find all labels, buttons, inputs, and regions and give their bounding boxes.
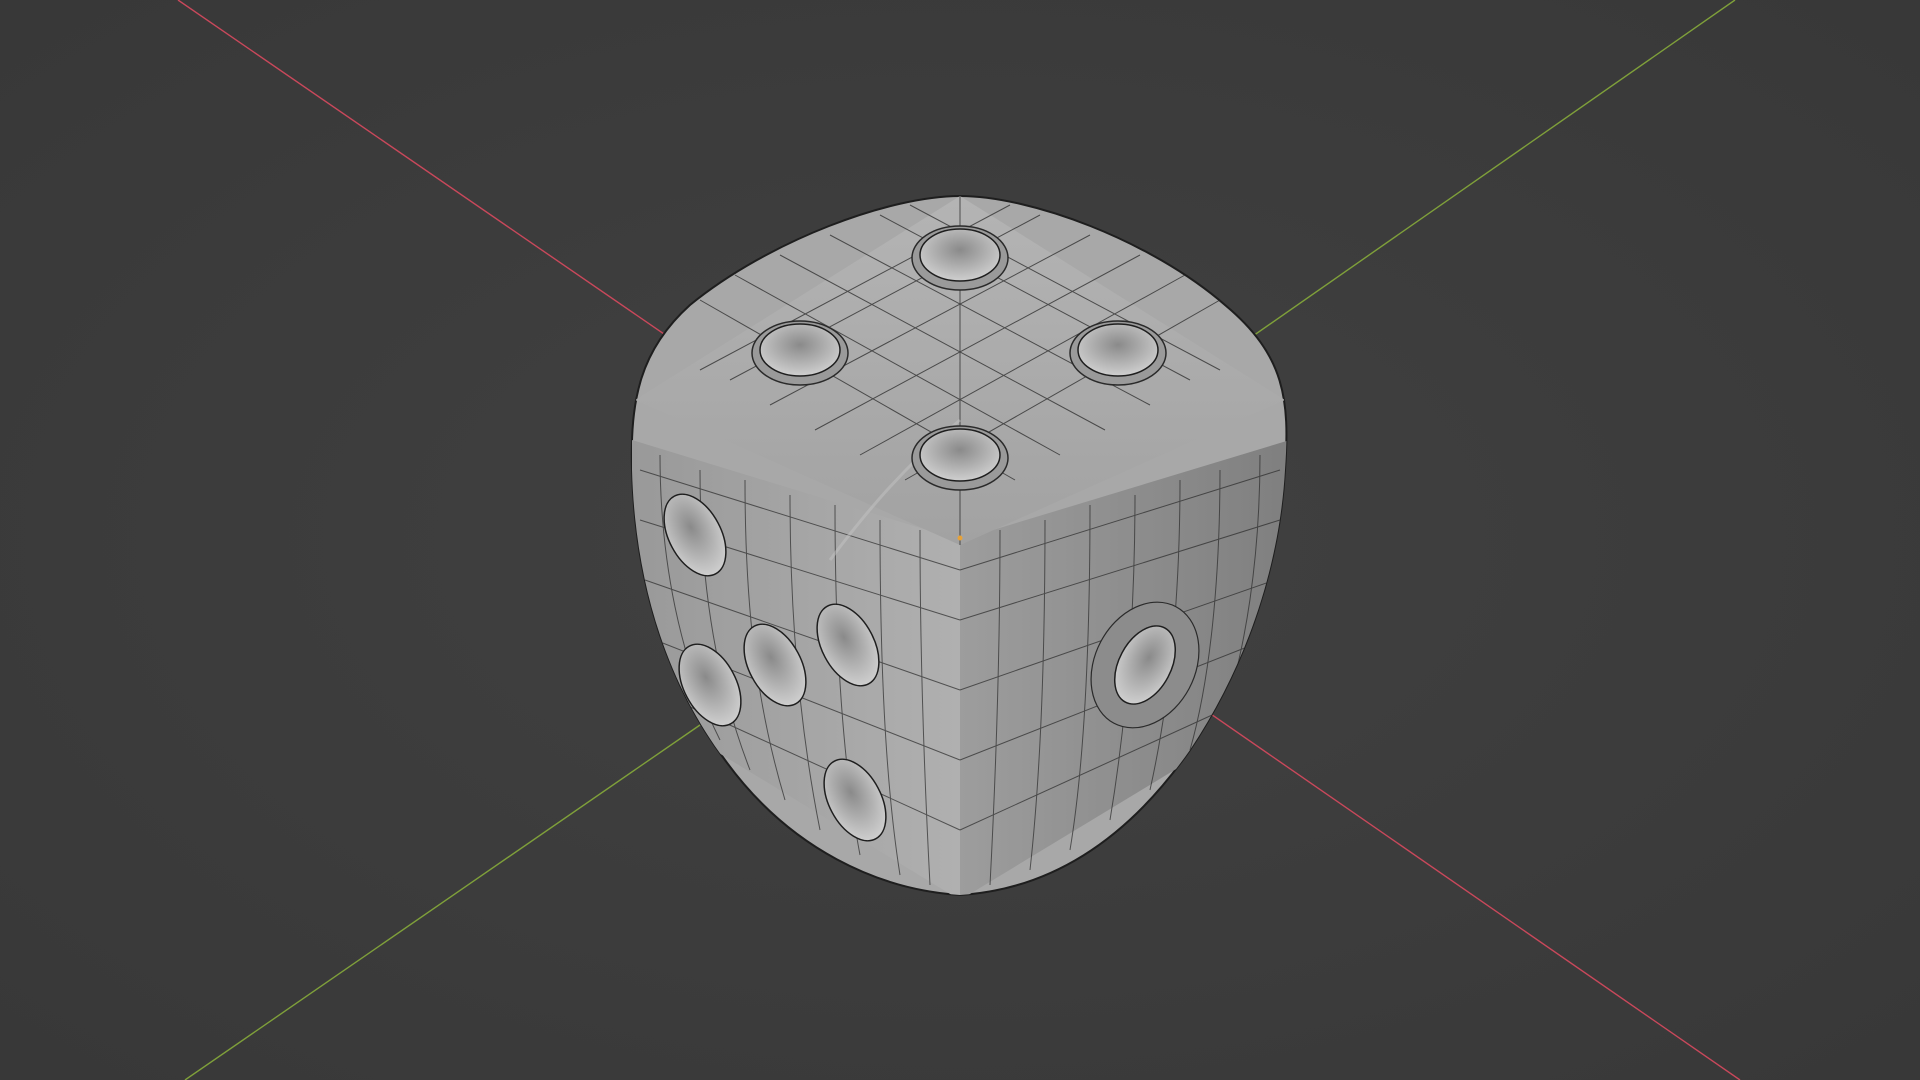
3d-viewport[interactable]: [0, 0, 1920, 1080]
object-origin-marker: [957, 535, 963, 541]
viewport-canvas[interactable]: [0, 0, 1920, 1080]
